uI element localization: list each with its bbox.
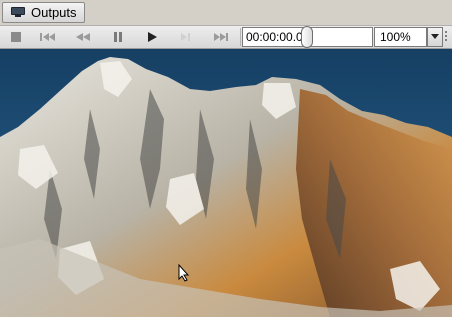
stop-button[interactable]: [1, 28, 31, 46]
toolbar-separator: [240, 28, 241, 46]
chevron-down-icon: [431, 34, 439, 39]
stop-icon: [11, 32, 21, 42]
monitor-icon: [11, 7, 25, 18]
step-forward-button[interactable]: [171, 28, 201, 46]
tab-outputs-label: Outputs: [31, 5, 77, 20]
zoom-field[interactable]: 100%: [374, 27, 427, 47]
timecode-field[interactable]: 00:00:00.0: [242, 27, 305, 47]
play-icon: [148, 32, 157, 42]
skip-to-end-icon: [214, 33, 228, 41]
seek-slider-track[interactable]: [305, 27, 373, 47]
step-forward-icon: [181, 33, 190, 41]
zoom-dropdown-button[interactable]: [427, 27, 443, 47]
video-preview[interactable]: [0, 49, 452, 317]
mountain-frame-image: [0, 49, 452, 317]
rewind-button[interactable]: [68, 28, 98, 46]
transport-toolbar: 00:00:00.0 100%: [0, 25, 452, 49]
skip-to-start-button[interactable]: [33, 28, 63, 46]
pause-button[interactable]: [103, 28, 133, 46]
pause-icon: [114, 32, 122, 42]
play-button[interactable]: [137, 28, 167, 46]
seek-slider-handle[interactable]: [301, 26, 313, 48]
mouse-pointer-icon: [178, 264, 190, 282]
toolbar-grip[interactable]: [445, 31, 449, 43]
skip-to-start-icon: [40, 33, 55, 41]
rewind-icon: [76, 33, 90, 41]
output-tab-bar: Outputs: [0, 0, 452, 25]
tab-outputs[interactable]: Outputs: [2, 2, 85, 23]
skip-to-end-button[interactable]: [206, 28, 236, 46]
